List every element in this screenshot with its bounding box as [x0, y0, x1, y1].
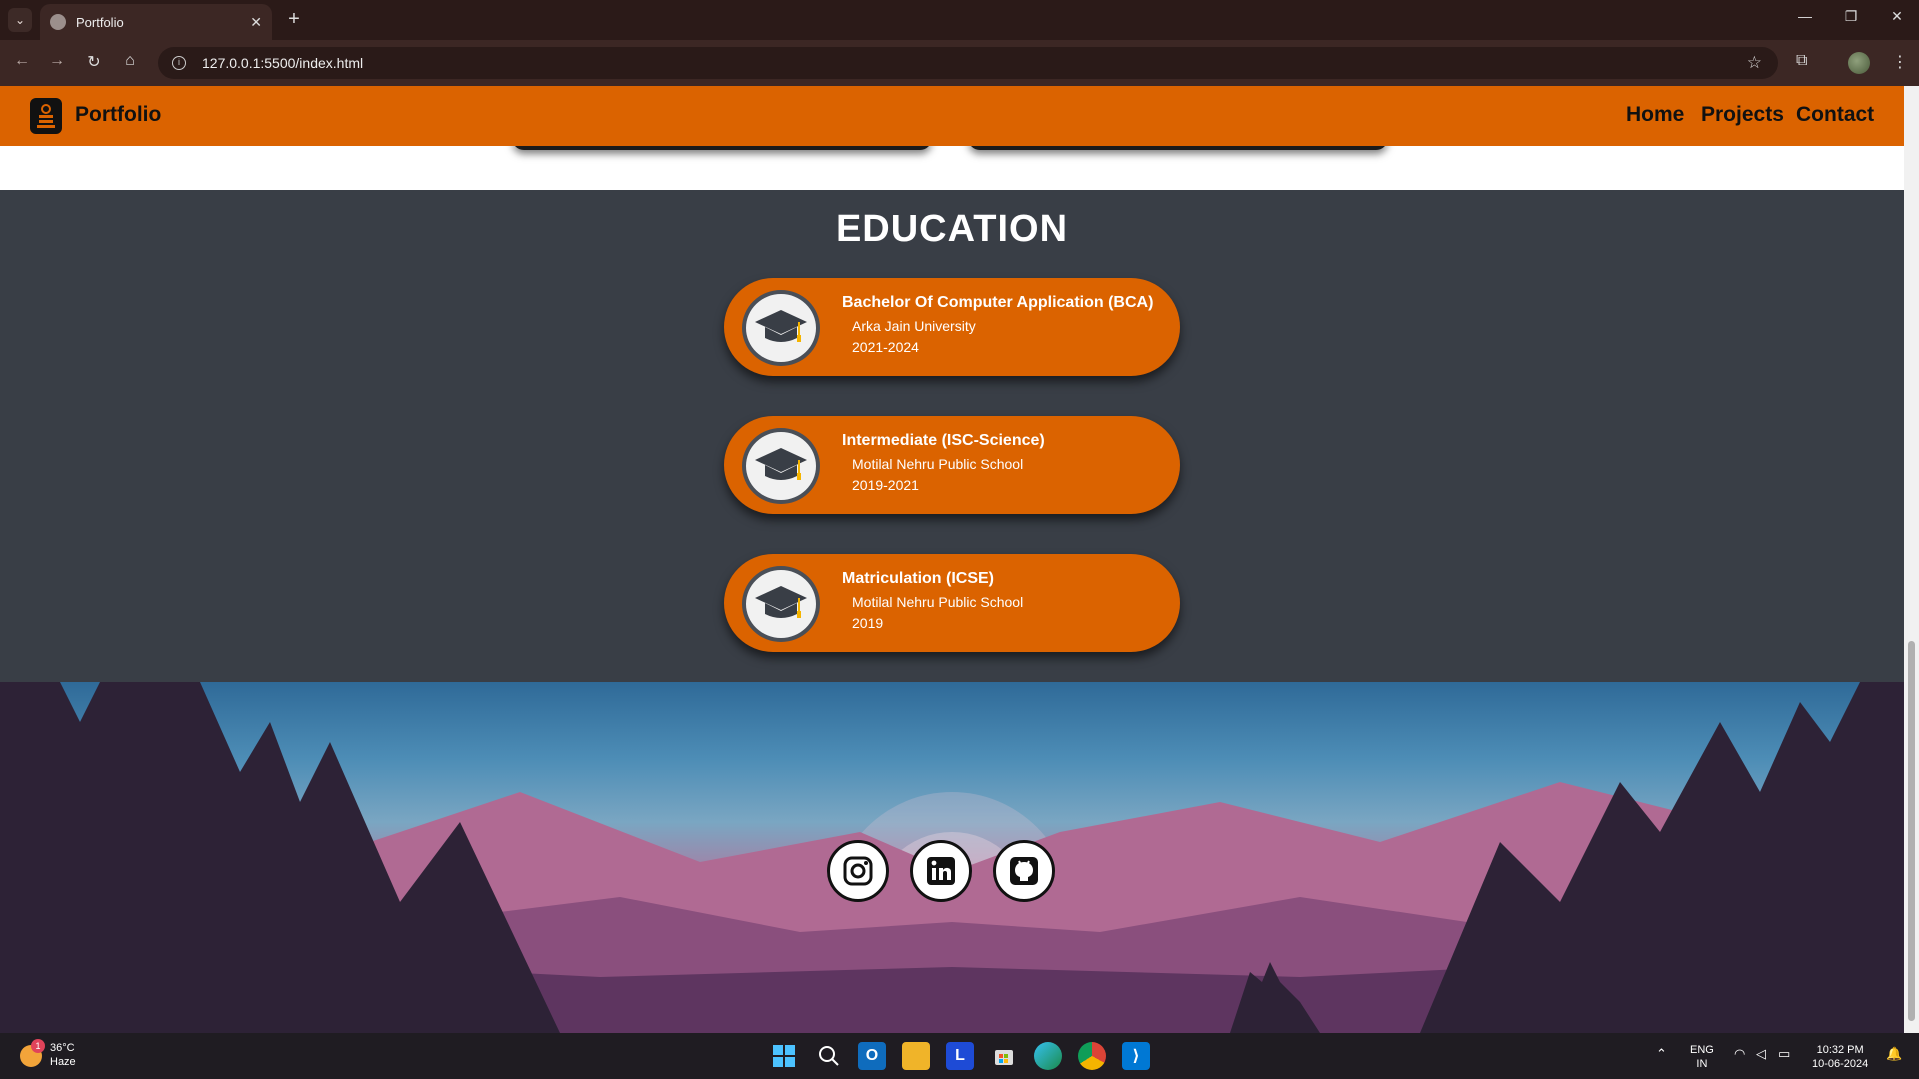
nav-projects-link[interactable]: Projects [1701, 103, 1784, 127]
home-icon[interactable]: ⌂ [118, 52, 142, 70]
graduation-cap-icon [742, 290, 820, 366]
weather-badge: 1 [31, 1039, 45, 1053]
l-app-icon[interactable]: L [946, 1042, 974, 1070]
linkedin-link[interactable] [910, 840, 972, 902]
brand-name[interactable]: Portfolio [75, 103, 161, 127]
clock[interactable]: 10:32 PM 10-06-2024 [1812, 1043, 1868, 1071]
bookmark-star-icon[interactable]: ☆ [1747, 53, 1762, 73]
education-years: 2019 [852, 615, 884, 631]
back-icon[interactable]: ← [10, 52, 34, 70]
graduation-cap-icon [742, 566, 820, 642]
tab-close-icon[interactable]: ✕ [250, 14, 262, 31]
github-link[interactable] [993, 840, 1055, 902]
instagram-link[interactable] [827, 840, 889, 902]
nav-home-link[interactable]: Home [1626, 103, 1684, 127]
start-icon[interactable] [770, 1042, 798, 1070]
microsoft-store-icon[interactable] [990, 1042, 1018, 1070]
menu-icon[interactable]: ⋮ [1892, 52, 1908, 72]
language-code: ENG [1690, 1044, 1714, 1056]
education-card: Intermediate (ISC-Science) Motilal Nehru… [724, 416, 1180, 514]
chrome-icon[interactable] [1078, 1042, 1106, 1070]
education-degree: Matriculation (ICSE) [842, 570, 995, 587]
globe-icon [50, 14, 66, 30]
tab-title: Portfolio [76, 14, 124, 30]
forward-icon[interactable]: → [45, 52, 69, 70]
language-indicator[interactable]: ENG IN [1690, 1043, 1714, 1071]
nav-contact-link[interactable]: Contact [1796, 103, 1874, 127]
education-heading: EDUCATION [835, 208, 1069, 250]
chevron-up-icon[interactable]: ⌃ [1656, 1047, 1667, 1061]
page-viewport: Portfolio Home Projects Contact EDUCATIO… [0, 86, 1904, 1033]
education-school: Motilal Nehru Public School [852, 456, 1024, 472]
linkedin-icon [927, 857, 955, 885]
new-tab-button[interactable]: + [282, 8, 306, 32]
restore-button[interactable]: ❐ [1836, 8, 1866, 25]
address-bar[interactable]: i 127.0.0.1:5500/index.html ☆ [158, 47, 1778, 79]
education-school: Arka Jain University [852, 318, 976, 334]
logo-icon[interactable] [30, 98, 62, 134]
browser-tab[interactable]: Portfolio ✕ [40, 4, 272, 40]
edge-icon[interactable] [1034, 1042, 1062, 1070]
clock-time: 10:32 PM [1816, 1044, 1864, 1056]
education-card: Matriculation (ICSE) Motilal Nehru Publi… [724, 554, 1180, 652]
education-years: 2021-2024 [852, 339, 919, 355]
extensions-icon[interactable]: ⧉ [1796, 52, 1807, 70]
weather-widget[interactable]: 36°C Haze [50, 1041, 76, 1069]
profile-avatar[interactable] [1848, 52, 1870, 74]
wifi-icon[interactable]: ◠ [1734, 1047, 1745, 1061]
reload-icon[interactable]: ↻ [82, 52, 106, 72]
education-school: Motilal Nehru Public School [852, 594, 1024, 610]
github-icon [1010, 857, 1038, 885]
graduation-cap-icon [742, 428, 820, 504]
projects-section-bottom [0, 146, 1904, 190]
browser-tabstrip: ⌄ Portfolio ✕ + — ❐ ✕ [0, 0, 1919, 40]
windows-taskbar: 1 36°C Haze O L ⟩ ⌃ ENG IN ◠ ◁ ▭ 10:32 P… [0, 1033, 1919, 1079]
region-code: IN [1696, 1058, 1708, 1070]
file-explorer-icon[interactable] [902, 1042, 930, 1070]
education-card: Bachelor Of Computer Application (BCA) A… [724, 278, 1180, 376]
volume-icon[interactable]: ◁ [1756, 1047, 1766, 1061]
footer [0, 682, 1904, 1033]
education-degree: Bachelor Of Computer Application (BCA) [842, 294, 1154, 311]
vscode-icon[interactable]: ⟩ [1122, 1042, 1150, 1070]
url-text: 127.0.0.1:5500/index.html [202, 55, 364, 71]
weather-temp: 36°C [50, 1042, 75, 1054]
tab-search-button[interactable]: ⌄ [8, 8, 32, 32]
outlook-icon[interactable]: O [858, 1042, 886, 1070]
education-degree: Intermediate (ISC-Science) [842, 432, 1045, 449]
site-info-icon[interactable]: i [172, 56, 186, 70]
scrollbar-thumb[interactable] [1908, 641, 1915, 1021]
search-icon[interactable] [815, 1042, 843, 1070]
weather-desc: Haze [50, 1056, 76, 1068]
page-scrollbar[interactable] [1904, 86, 1919, 1033]
notification-bell-icon[interactable]: 🔔 [1886, 1047, 1902, 1061]
minimize-button[interactable]: — [1790, 8, 1820, 24]
battery-icon[interactable]: ▭ [1778, 1047, 1790, 1061]
education-years: 2019-2021 [852, 477, 919, 493]
site-navbar: Portfolio Home Projects Contact [0, 86, 1904, 146]
clock-date: 10-06-2024 [1812, 1058, 1869, 1070]
instagram-icon [843, 856, 873, 886]
close-window-button[interactable]: ✕ [1882, 8, 1912, 25]
browser-toolbar: ← → ↻ ⌂ i 127.0.0.1:5500/index.html ☆ ⧉ … [0, 40, 1919, 86]
